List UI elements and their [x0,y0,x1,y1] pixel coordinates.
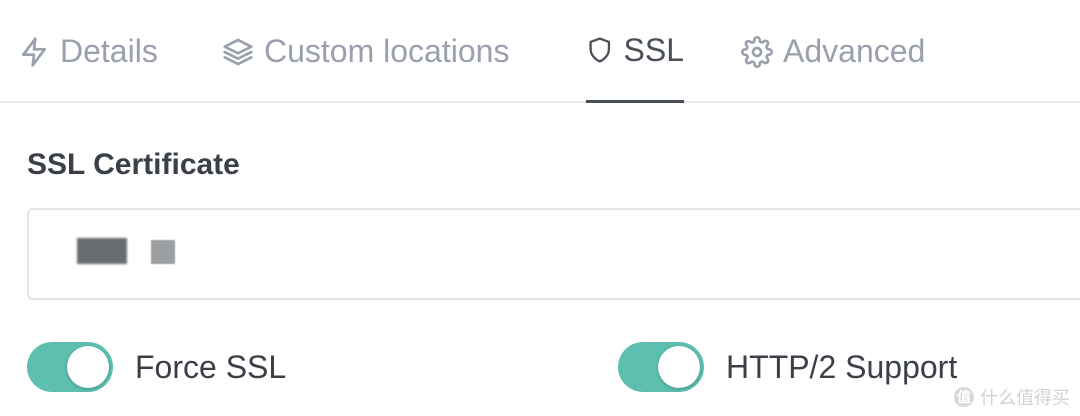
ssl-certificate-label: SSL Certificate [27,148,240,181]
watermark-logo: 值 [954,387,974,407]
switch-knob [658,346,700,388]
tab-details[interactable]: Details [18,0,158,103]
tab-advanced-label: Advanced [783,33,926,69]
http2-support-toggle-row[interactable]: HTTP/2 Support [618,340,957,394]
lightning-icon [22,36,46,67]
tab-advanced[interactable]: Advanced [741,0,925,103]
tab-ssl[interactable]: SSL [586,0,684,103]
force-ssl-toggle-row[interactable]: Force SSL [27,340,286,394]
tab-custom-locations-label: Custom locations [264,33,510,69]
tab-bar: Details Custom locations SSL Advanced [0,0,1080,103]
watermark: 值 什么值得买 [954,384,1070,410]
redacted-value-block [77,238,127,264]
http2-support-switch[interactable] [618,342,704,392]
layers-icon [223,38,253,65]
tab-custom-locations[interactable]: Custom locations [222,0,509,103]
ssl-certificate-select[interactable] [27,208,1080,300]
tab-ssl-label: SSL [623,31,684,68]
switch-knob [67,346,109,388]
gear-icon [741,35,773,68]
tab-details-label: Details [60,33,158,69]
redacted-value-block-small [151,240,175,264]
watermark-text: 什么值得买 [980,388,1070,408]
http2-support-label: HTTP/2 Support [726,348,958,385]
shield-icon [589,37,611,63]
force-ssl-switch[interactable] [27,342,113,392]
force-ssl-label: Force SSL [135,348,287,385]
